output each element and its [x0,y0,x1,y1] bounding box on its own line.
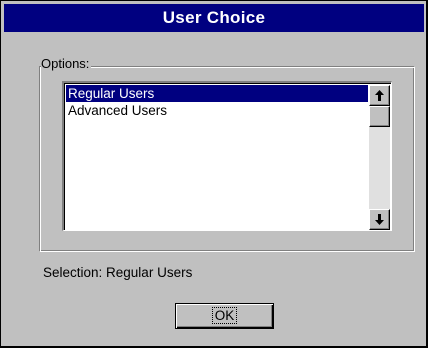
arrow-up-icon [375,90,384,101]
list-item-regular-users[interactable]: Regular Users [66,85,368,102]
dialog-title: User Choice [4,4,424,32]
user-type-listbox[interactable]: Regular Users Advanced Users [62,81,392,231]
scroll-down-button[interactable] [369,209,390,230]
selection-status: Selection: Regular Users [43,265,193,280]
ok-button[interactable]: OK [175,303,274,329]
scroll-up-button[interactable] [369,85,390,106]
scroll-thumb[interactable] [369,106,390,127]
options-group-label: Options: [41,56,92,72]
arrow-down-icon [375,214,384,225]
list-items: Regular Users Advanced Users [66,85,368,119]
vertical-scrollbar[interactable] [369,85,390,230]
list-item-advanced-users[interactable]: Advanced Users [66,102,368,119]
ok-button-label: OK [211,307,238,324]
user-choice-dialog: User Choice Options: Regular Users Advan… [0,0,428,348]
